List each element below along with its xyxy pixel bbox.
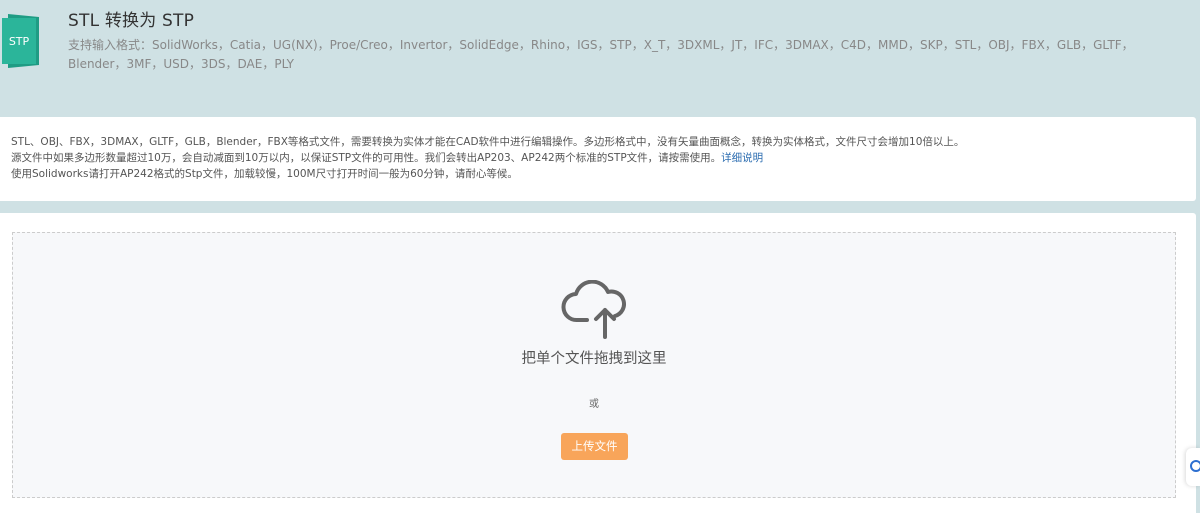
- stp-file-icon: STP: [2, 14, 39, 68]
- file-dropzone[interactable]: 把单个文件拖拽到这里 或 上传文件: [12, 232, 1176, 498]
- supported-formats: 支持输入格式：SolidWorks，Catia，UG(NX)，Proe/Creo…: [68, 38, 1134, 71]
- info-line-1: STL、OBJ、FBX，3DMAX，GLTF，GLB，Blender，FBX等格…: [11, 136, 965, 148]
- help-dot-icon: [1190, 460, 1200, 472]
- drop-instruction: 把单个文件拖拽到这里: [521, 351, 667, 367]
- or-separator: 或: [589, 399, 599, 410]
- upload-file-button[interactable]: 上传文件: [561, 433, 628, 460]
- page-header: STP STL 转换为 STP 支持输入格式：SolidWorks，Catia，…: [0, 0, 1200, 116]
- logo-text: STP: [9, 35, 30, 48]
- info-line-3: 使用Solidworks请打开AP242格式的Stp文件，加载较慢，100M尺寸…: [11, 168, 518, 180]
- cloud-upload-icon: [559, 279, 631, 340]
- details-link[interactable]: 详细说明: [721, 152, 763, 164]
- page-title: STL 转换为 STP: [68, 11, 195, 31]
- info-panel: STL、OBJ、FBX，3DMAX，GLTF，GLB，Blender，FBX等格…: [0, 117, 1196, 201]
- upload-panel: 把单个文件拖拽到这里 或 上传文件: [0, 213, 1196, 513]
- info-line-2: 源文件中如果多边形数量超过10万，会自动减面到10万以内，以保证STP文件的可用…: [11, 151, 763, 166]
- help-widget-icon[interactable]: [1186, 448, 1200, 486]
- info-line-2-text: 源文件中如果多边形数量超过10万，会自动减面到10万以内，以保证STP文件的可用…: [11, 152, 722, 164]
